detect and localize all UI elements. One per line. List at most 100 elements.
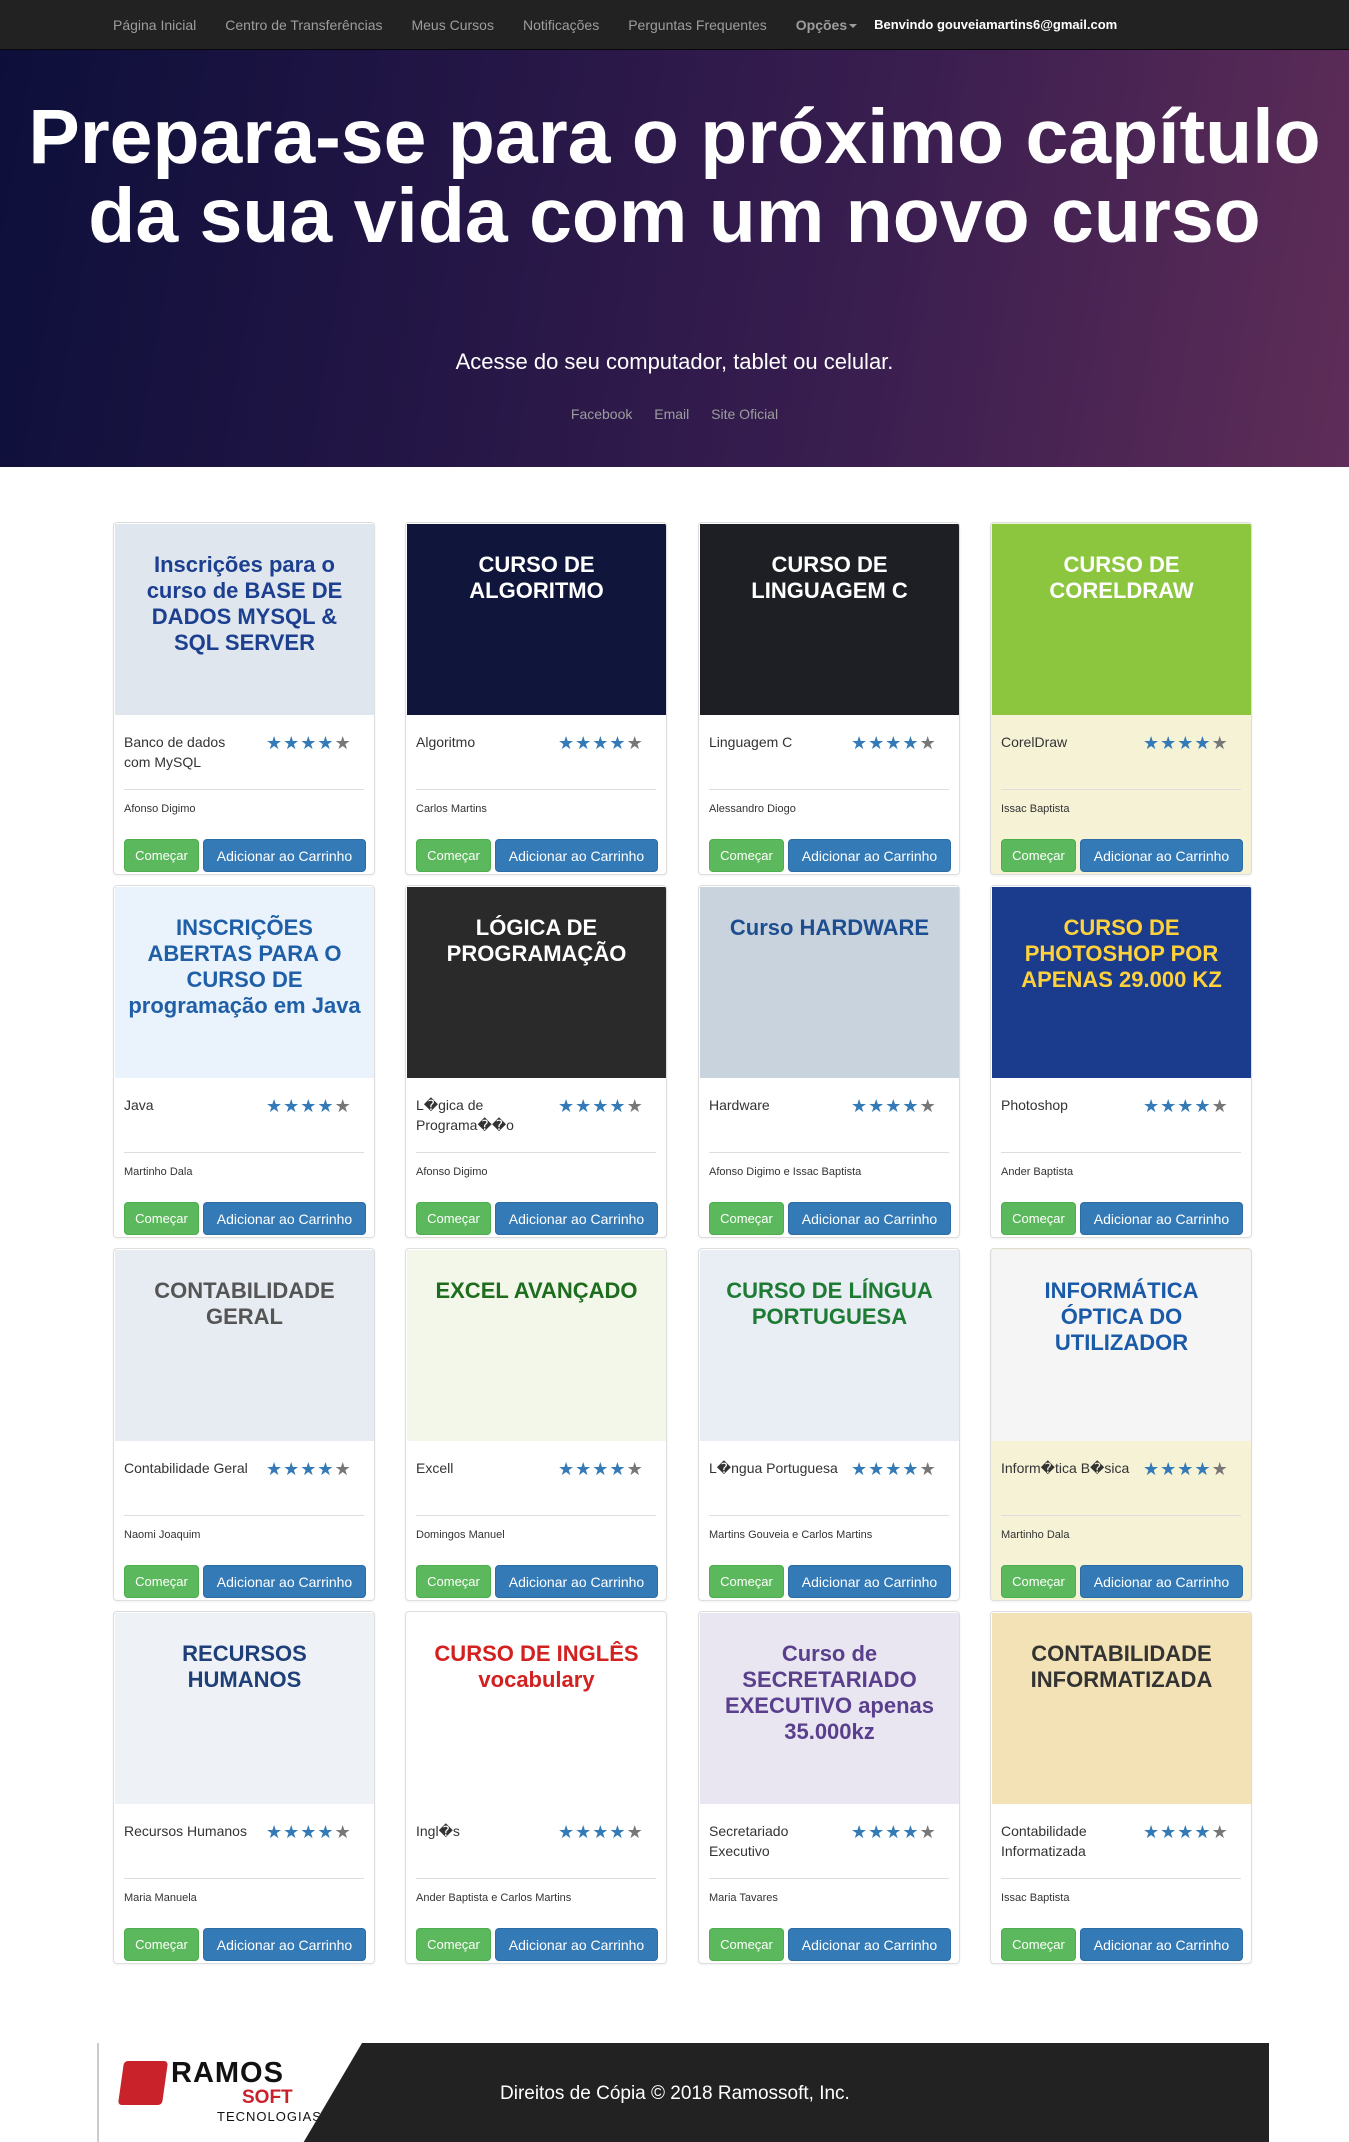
add-to-cart-button[interactable]: Adicionar ao Carrinho (203, 1202, 366, 1235)
nav-home[interactable]: Página Inicial (113, 17, 196, 33)
start-course-button[interactable]: Começar (416, 1928, 491, 1961)
star-icon: ★ (902, 1096, 920, 1116)
add-to-cart-button[interactable]: Adicionar ao Carrinho (495, 1202, 658, 1235)
email-link[interactable]: Email (654, 406, 689, 422)
star-icon: ★ (851, 733, 869, 753)
rating-stars: ★★★★★ (558, 1097, 644, 1115)
course-title: CorelDraw (1001, 734, 1068, 750)
star-icon: ★ (334, 733, 352, 753)
star-icon: ★ (1177, 1459, 1195, 1479)
nav-downloads[interactable]: Centro de Transferências (225, 17, 382, 33)
add-to-cart-button[interactable]: Adicionar ao Carrinho (203, 1928, 366, 1961)
course-thumbnail[interactable]: EXCEL AVANÇADO (407, 1250, 666, 1441)
card-divider (1001, 789, 1241, 790)
course-thumbnail[interactable]: INFORMÁTICA ÓPTICA DO UTILIZADOR (992, 1250, 1251, 1441)
star-icon: ★ (1177, 1096, 1195, 1116)
star-icon: ★ (885, 1096, 903, 1116)
course-thumbnail[interactable]: INSCRIÇÕES ABERTAS PARA O CURSO DE progr… (115, 887, 374, 1078)
start-course-button[interactable]: Começar (1001, 1565, 1076, 1598)
add-to-cart-button[interactable]: Adicionar ao Carrinho (495, 1928, 658, 1961)
rating-stars: ★★★★★ (1143, 1097, 1229, 1115)
add-to-cart-button[interactable]: Adicionar ao Carrinho (495, 1565, 658, 1598)
nav-options-dropdown[interactable]: Opções (795, 16, 858, 33)
course-title: Ingl�s (416, 1823, 460, 1839)
brand-name: RAMOS (171, 2057, 284, 2089)
course-card: CURSO DE LINGUAGEM C Linguagem C ★★★★★ Ales… (698, 522, 960, 875)
course-thumbnail[interactable]: Curso HARDWARE (700, 887, 959, 1078)
start-course-button[interactable]: Começar (124, 1202, 199, 1235)
star-icon: ★ (626, 733, 644, 753)
star-icon: ★ (851, 1459, 869, 1479)
course-card: Curso HARDWARE Hardware ★★★★★ Afonso Digimo… (698, 885, 960, 1238)
star-icon: ★ (626, 1459, 644, 1479)
start-course-button[interactable]: Começar (124, 839, 199, 872)
start-course-button[interactable]: Começar (124, 1928, 199, 1961)
course-thumbnail[interactable]: CONTABILIDADE INFORMATIZADA (992, 1613, 1251, 1804)
official-site-link[interactable]: Site Oficial (711, 406, 778, 422)
course-thumbnail[interactable]: CURSO DE INGLÊS vocabulary (407, 1613, 666, 1804)
nav-faq[interactable]: Perguntas Frequentes (628, 17, 767, 33)
start-course-button[interactable]: Começar (416, 839, 491, 872)
course-thumbnail[interactable]: CURSO DE LÍNGUA PORTUGUESA (700, 1250, 959, 1441)
start-course-button[interactable]: Começar (709, 1565, 784, 1598)
course-thumbnail[interactable]: CURSO DE PHOTOSHOP POR APENAS 29.000 KZ (992, 887, 1251, 1078)
start-course-button[interactable]: Começar (709, 839, 784, 872)
star-icon: ★ (1211, 1459, 1229, 1479)
start-course-button[interactable]: Começar (1001, 1928, 1076, 1961)
add-to-cart-button[interactable]: Adicionar ao Carrinho (1080, 1928, 1243, 1961)
add-to-cart-button[interactable]: Adicionar ao Carrinho (1080, 1202, 1243, 1235)
add-to-cart-button[interactable]: Adicionar ao Carrinho (1080, 1565, 1243, 1598)
course-thumbnail[interactable]: CURSO DE CORELDRAW (992, 524, 1251, 715)
course-author: Afonso Digimo e Issac Baptista (709, 1166, 862, 1178)
add-to-cart-button[interactable]: Adicionar ao Carrinho (495, 839, 658, 872)
course-thumbnail[interactable]: Curso de SECRETARIADO EXECUTIVO apenas 3… (700, 1613, 959, 1804)
rating-stars: ★★★★★ (1143, 1460, 1229, 1478)
add-to-cart-button[interactable]: Adicionar ao Carrinho (203, 839, 366, 872)
course-author: Afonso Digimo (416, 1166, 488, 1178)
course-title: Secretariado Executivo (709, 1823, 789, 1859)
course-thumbnail[interactable]: CURSO DE ALGORITMO (407, 524, 666, 715)
add-to-cart-button[interactable]: Adicionar ao Carrinho (203, 1565, 366, 1598)
star-icon: ★ (300, 1822, 318, 1842)
add-to-cart-button[interactable]: Adicionar ao Carrinho (788, 1565, 951, 1598)
card-divider (1001, 1878, 1241, 1879)
star-icon: ★ (283, 1822, 301, 1842)
course-author: Issac Baptista (1001, 803, 1070, 815)
star-icon: ★ (868, 1822, 886, 1842)
nav-options-label: Opções (795, 16, 848, 33)
start-course-button[interactable]: Começar (1001, 1202, 1076, 1235)
welcome-text: Benvindo gouveiamartins6@gmail.com (874, 17, 1118, 32)
add-to-cart-button[interactable]: Adicionar ao Carrinho (788, 1202, 951, 1235)
course-thumbnail[interactable]: LÓGICA DE PROGRAMAÇÃO (407, 887, 666, 1078)
add-to-cart-button[interactable]: Adicionar ao Carrinho (788, 839, 951, 872)
add-to-cart-button[interactable]: Adicionar ao Carrinho (788, 1928, 951, 1961)
add-to-cart-button[interactable]: Adicionar ao Carrinho (1080, 839, 1243, 872)
star-icon: ★ (851, 1096, 869, 1116)
start-course-button[interactable]: Começar (709, 1928, 784, 1961)
start-course-button[interactable]: Começar (1001, 839, 1076, 872)
start-course-button[interactable]: Começar (416, 1565, 491, 1598)
nav-my-courses[interactable]: Meus Cursos (411, 17, 493, 33)
course-author: Issac Baptista (1001, 1892, 1070, 1904)
course-author: Domingos Manuel (416, 1529, 505, 1541)
course-thumbnail[interactable]: Inscrições para o curso de BASE DE DADOS… (115, 524, 374, 715)
star-icon: ★ (317, 1459, 335, 1479)
card-divider (124, 1878, 364, 1879)
facebook-link[interactable]: Facebook (571, 406, 632, 422)
start-course-button[interactable]: Começar (709, 1202, 784, 1235)
nav-notifications[interactable]: Notificações (523, 17, 599, 33)
start-course-button[interactable]: Começar (416, 1202, 491, 1235)
course-thumbnail[interactable]: CURSO DE LINGUAGEM C (700, 524, 959, 715)
course-author: Maria Tavares (709, 1892, 778, 1904)
course-thumbnail[interactable]: RECURSOS HUMANOS (115, 1613, 374, 1804)
start-course-button[interactable]: Começar (124, 1565, 199, 1598)
star-icon: ★ (885, 1822, 903, 1842)
course-thumbnail-text: CURSO DE INGLÊS vocabulary (434, 1641, 639, 1692)
star-icon: ★ (1211, 733, 1229, 753)
course-thumbnail-text: Inscrições para o curso de BASE DE DADOS… (146, 552, 343, 655)
footer: RAMOS SOFT TECNOLOGIAS Direitos de Cópia… (97, 2043, 1269, 2142)
course-thumbnail-text: RECURSOS HUMANOS (182, 1641, 307, 1692)
star-icon: ★ (558, 1096, 576, 1116)
course-thumbnail[interactable]: CONTABILIDADE GERAL (115, 1250, 374, 1441)
rating-stars: ★★★★★ (266, 1460, 352, 1478)
